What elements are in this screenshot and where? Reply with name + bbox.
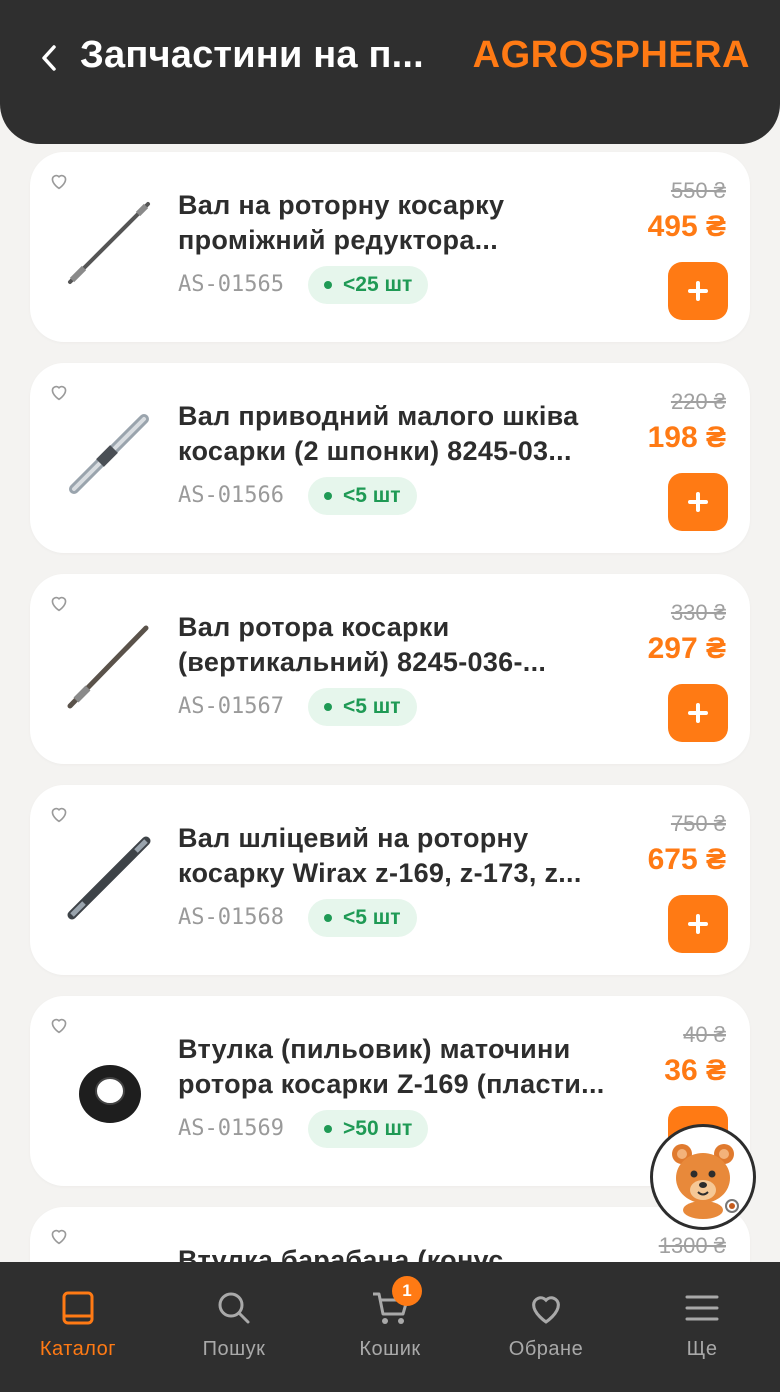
stock-text: <5 шт xyxy=(343,906,401,929)
tab-label: Кошик xyxy=(359,1338,421,1360)
stock-dot-icon xyxy=(324,281,332,289)
old-price: 1300 ₴ xyxy=(658,1233,726,1258)
product-sku: AS-01568 xyxy=(178,905,284,930)
stock-text: <5 шт xyxy=(343,695,401,718)
heart-outline-icon xyxy=(51,385,67,401)
menu-icon xyxy=(685,1295,719,1321)
price: 495 ₴ xyxy=(647,210,726,243)
tab-more[interactable]: Ще xyxy=(624,1262,780,1392)
product-card[interactable]: Вал шліцевий на роторну косарку Wirax z-… xyxy=(30,785,750,975)
price: 198 ₴ xyxy=(647,421,726,454)
price: 675 ₴ xyxy=(647,843,726,876)
stock-dot-icon xyxy=(324,492,332,500)
bottom-tab-bar: Каталог Пошук 1 Кошик Обране Ще xyxy=(0,1262,780,1392)
product-name[interactable]: Вал приводний малого шківа косарки (2 шп… xyxy=(178,399,638,469)
favorite-button[interactable] xyxy=(40,1217,78,1255)
product-name-line: ротора косарки Z-169 (пласти... xyxy=(178,1069,605,1099)
product-name[interactable]: Втулка (пильовик) маточини ротора косарк… xyxy=(178,1032,638,1102)
tab-label: Каталог xyxy=(39,1338,117,1360)
heart-outline-icon xyxy=(51,596,67,612)
stock-dot-icon xyxy=(324,703,332,711)
product-name-line: Вал ротора косарки xyxy=(178,612,450,642)
brand-logo[interactable]: AGROSPHERA xyxy=(473,34,750,77)
stock-dot-icon xyxy=(324,1125,332,1133)
product-name-line: Втулка (пильовик) маточини xyxy=(178,1034,571,1064)
top-app-bar: Запчастини на п... AGROSPHERA xyxy=(0,0,780,144)
old-price: 330 ₴ xyxy=(670,600,726,625)
product-sku: AS-01566 xyxy=(178,483,284,508)
heart-icon xyxy=(532,1296,560,1324)
tab-search[interactable]: Пошук xyxy=(156,1262,312,1392)
old-price: 220 ₴ xyxy=(670,389,726,414)
stock-badge: <25 шт xyxy=(308,266,429,304)
product-sku: AS-01567 xyxy=(178,694,284,719)
search-icon xyxy=(218,1292,250,1324)
product-name-line: Вал приводний малого шківа xyxy=(178,401,579,431)
heart-outline-icon xyxy=(51,1229,67,1245)
stock-badge: <5 шт xyxy=(308,688,417,726)
heart-outline-icon xyxy=(51,807,67,823)
plus-icon xyxy=(688,281,708,301)
tab-label: Ще xyxy=(686,1338,718,1360)
stock-badge: <5 шт xyxy=(308,477,417,515)
product-sku: AS-01569 xyxy=(178,1116,284,1141)
product-name-line: Вал шліцевий на роторну xyxy=(178,823,529,853)
price: 297 ₴ xyxy=(647,632,726,665)
product-name[interactable]: Вал шліцевий на роторну косарку Wirax z-… xyxy=(178,821,638,891)
plus-icon xyxy=(688,914,708,934)
tab-label: Пошук xyxy=(202,1338,266,1360)
product-card[interactable]: Вал приводний малого шківа косарки (2 шп… xyxy=(30,363,750,553)
old-price: 40 ₴ xyxy=(683,1022,726,1047)
product-card[interactable]: Вал на роторну косарку проміжний редукто… xyxy=(30,152,750,342)
heart-outline-icon xyxy=(51,174,67,190)
plus-icon xyxy=(688,703,708,723)
add-to-cart-button[interactable] xyxy=(668,895,728,953)
back-button[interactable] xyxy=(34,40,64,76)
price: 36 ₴ xyxy=(664,1054,726,1087)
product-name-line: косарки (2 шпонки) 8245-03... xyxy=(178,436,572,466)
shaft-keyed-image[interactable] xyxy=(50,403,168,513)
stock-badge: >50 шт xyxy=(308,1110,429,1148)
add-to-cart-button[interactable] xyxy=(668,684,728,742)
tab-cart[interactable]: 1 Кошик xyxy=(312,1262,468,1392)
bushing-ring-image[interactable] xyxy=(50,1036,168,1146)
book-icon xyxy=(62,1291,94,1325)
bear-mascot-icon[interactable] xyxy=(650,1124,756,1230)
old-price: 550 ₴ xyxy=(670,178,726,203)
tab-label: Обране xyxy=(508,1338,584,1360)
shaft-splined-image[interactable] xyxy=(50,825,168,935)
tab-catalog[interactable]: Каталог xyxy=(0,1262,156,1392)
product-name[interactable]: Вал ротора косарки (вертикальний) 8245-0… xyxy=(178,610,638,680)
stock-dot-icon xyxy=(324,914,332,922)
stock-text: <25 шт xyxy=(343,273,413,296)
cart-count-badge: 1 xyxy=(392,1276,422,1306)
stock-text: <5 шт xyxy=(343,484,401,507)
add-to-cart-button[interactable] xyxy=(668,262,728,320)
old-price: 750 ₴ xyxy=(670,811,726,836)
page-title: Запчастини на п... xyxy=(80,34,424,76)
heart-outline-icon xyxy=(51,1018,67,1034)
product-sku: AS-01565 xyxy=(178,272,284,297)
tab-favorites[interactable]: Обране xyxy=(468,1262,624,1392)
stock-badge: <5 шт xyxy=(308,899,417,937)
chevron-left-icon xyxy=(42,45,56,71)
product-name-line: косарку Wirax z-169, z-173, z... xyxy=(178,858,582,888)
shaft-thin-image[interactable] xyxy=(50,614,168,724)
plus-icon xyxy=(688,492,708,512)
product-card[interactable]: Втулка (пильовик) маточини ротора косарк… xyxy=(30,996,750,1186)
add-to-cart-button[interactable] xyxy=(668,473,728,531)
product-name-line: Вал на роторну косарку xyxy=(178,190,505,220)
product-card[interactable]: Вал ротора косарки (вертикальний) 8245-0… xyxy=(30,574,750,764)
product-name-line: (вертикальний) 8245-036-... xyxy=(178,647,547,677)
product-name-line: проміжний редуктора... xyxy=(178,225,499,255)
stock-text: >50 шт xyxy=(343,1117,413,1140)
product-name[interactable]: Вал на роторну косарку проміжний редукто… xyxy=(178,188,638,258)
shaft-thin-image[interactable] xyxy=(50,192,168,302)
